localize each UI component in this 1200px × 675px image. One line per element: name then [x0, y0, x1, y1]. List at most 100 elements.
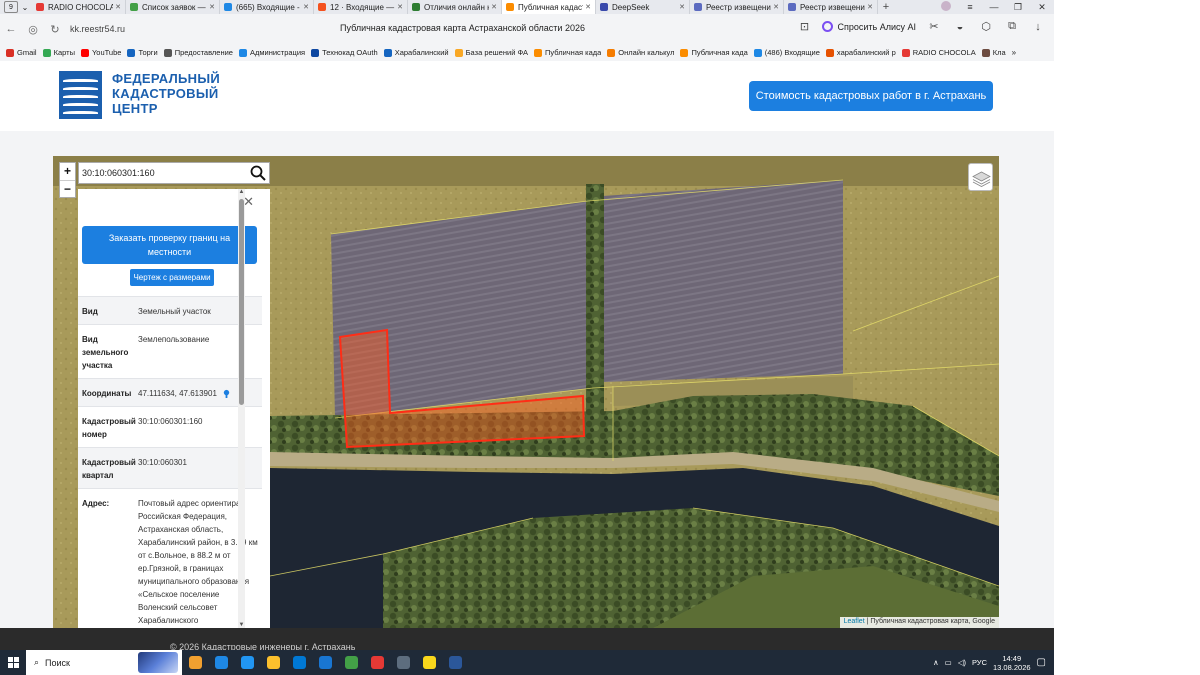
bookmark-item[interactable]: Предоставление [163, 48, 233, 57]
zoom-in-button[interactable]: + [60, 163, 75, 180]
logo-mark-icon[interactable] [59, 71, 102, 119]
coordinates-value[interactable]: 47.111634, 47.613901 [138, 389, 217, 398]
browser-tab[interactable]: DeepSeek ✕ [596, 0, 690, 14]
bookmark-item[interactable]: Торги [127, 48, 158, 57]
minimize-button[interactable]: — [982, 2, 1006, 12]
logo-text[interactable]: ФЕДЕРАЛЬНЫЙ КАДАСТРОВЫЙ ЦЕНТР [112, 71, 220, 116]
tab-title: RADIO CHOCOLATE [48, 2, 113, 12]
bookmark-label: (486) Входящие [764, 48, 820, 57]
volume-icon[interactable]: ◁) [958, 658, 966, 667]
tab-favicon-icon [600, 3, 608, 11]
taskbar-app-icon[interactable] [182, 650, 208, 675]
tab-close-icon[interactable]: ✕ [209, 3, 215, 11]
new-tab-button[interactable]: + [878, 1, 894, 13]
bookmark-item[interactable]: харабалинский р [825, 48, 896, 57]
bookmark-item[interactable]: Харабалинский [383, 48, 449, 57]
tray-chevron-icon[interactable]: ∧ [933, 658, 939, 667]
tab-menu-chevron-icon[interactable]: ⌄ [18, 3, 32, 12]
protect-shield-icon[interactable]: ◎ [22, 23, 44, 36]
reload-button[interactable]: ↻ [44, 23, 66, 36]
browser-tab[interactable]: Список заявок — Те✕ [126, 0, 220, 14]
url-field[interactable]: kk.reestr54.ru [70, 24, 160, 34]
taskbar-app-icon[interactable] [312, 650, 338, 675]
taskbar-app-icon[interactable] [416, 650, 442, 675]
bookmarks-more-button[interactable]: » [1012, 48, 1016, 57]
leaflet-link[interactable]: Leaflet [844, 618, 865, 625]
pricing-cta-button[interactable]: Стоимость кадастровых работ в г. Астраха… [749, 81, 993, 111]
taskbar-app-icon[interactable] [208, 650, 234, 675]
clock[interactable]: 14:49 13.08.2026 [993, 654, 1031, 672]
network-icon[interactable]: ▭ [945, 658, 952, 667]
bookmark-label: Торги [138, 48, 158, 57]
zoom-out-button[interactable]: − [60, 180, 75, 197]
protect-icon[interactable]: ◒ [952, 21, 968, 33]
tab-close-icon[interactable]: ✕ [303, 3, 309, 11]
taskbar-app-icon[interactable] [286, 650, 312, 675]
taskbar-search[interactable]: ⌕ Поиск [26, 650, 182, 675]
scrollbar-thumb[interactable] [239, 199, 244, 405]
menu-icon[interactable]: ≡ [958, 2, 982, 12]
taskbar-app-icon[interactable] [364, 650, 390, 675]
close-window-button[interactable]: ✕ [1030, 2, 1054, 13]
browser-tab[interactable]: Публичная кадаст ✕ [502, 0, 596, 14]
bookmark-item[interactable]: Администрация [238, 48, 305, 57]
collections-icon[interactable]: ⧉ [1004, 20, 1020, 33]
system-tray: ∧ ▭ ◁) РУС 14:49 13.08.2026 ▢ [933, 650, 1054, 675]
bookmark-item[interactable]: (486) Входящие [753, 48, 820, 57]
tools-icon[interactable]: ✂ [926, 20, 942, 33]
tab-close-icon[interactable]: ✕ [115, 3, 121, 11]
layers-button[interactable] [968, 163, 993, 191]
bookmark-label: Предоставление [174, 48, 233, 57]
browser-tab[interactable]: 12 · Входящие — Ян✕ [314, 0, 408, 14]
panel-scrollbar[interactable]: ▲ ▼ [238, 189, 245, 628]
bookmark-item[interactable]: Публичная када [534, 48, 601, 57]
bookmark-icon[interactable]: ⊡ [796, 20, 812, 33]
tab-close-icon[interactable]: ✕ [585, 3, 591, 11]
map-pin-icon[interactable] [222, 389, 231, 399]
scroll-up-arrow-icon[interactable]: ▲ [238, 189, 245, 195]
restore-button[interactable]: ❐ [1006, 2, 1030, 13]
bookmark-item[interactable]: Gmail [6, 48, 37, 57]
tab-close-icon[interactable]: ✕ [679, 3, 685, 11]
notifications-icon[interactable]: ▢ [1037, 657, 1046, 668]
bookmark-item[interactable]: YouTube [80, 48, 121, 57]
taskbar-app-icon[interactable] [442, 650, 468, 675]
download-icon[interactable]: ↓ [1030, 21, 1046, 33]
taskbar-app-icon[interactable] [260, 650, 286, 675]
language-indicator[interactable]: РУС [972, 658, 987, 667]
browser-tab[interactable]: Реестр извещений ✕ [690, 0, 784, 14]
start-button[interactable] [0, 650, 26, 675]
order-boundary-check-button[interactable]: Заказать проверку границ на местности [82, 226, 257, 264]
extensions-icon[interactable]: ⬡ [978, 20, 994, 33]
attribution-text: | Публичная кадастровая карта, Google [866, 618, 995, 625]
drawing-with-dimensions-button[interactable]: Чертеж с размерами [130, 269, 214, 286]
bookmark-item[interactable]: RADIO CHOCOLA [901, 48, 976, 57]
tab-close-icon[interactable]: ✕ [867, 3, 873, 11]
bookmark-label: Карты [53, 48, 75, 57]
bookmark-item[interactable]: Технокад OAuth [311, 48, 378, 57]
taskbar-app-icon[interactable] [390, 650, 416, 675]
bookmark-item[interactable]: Кла [981, 48, 1006, 57]
attribute-row: Координаты 47.111634, 47.613901 [78, 378, 262, 406]
alice-button[interactable]: Спросить Алису AI [822, 21, 916, 32]
cadastral-search-input[interactable]: 30:10:060301:160 [78, 162, 270, 184]
taskbar-app-icon[interactable] [234, 650, 260, 675]
bookmark-item[interactable]: База решений ФА [454, 48, 528, 57]
tab-close-icon[interactable]: ✕ [773, 3, 779, 11]
taskbar-app-icon[interactable] [338, 650, 364, 675]
bookmark-item[interactable]: Публичная када [680, 48, 748, 57]
cadastral-map[interactable]: + − 30:10:060301:160 ✕ Заказать проверку… [53, 156, 999, 628]
browser-tab[interactable]: RADIO CHOCOLATE✕ [32, 0, 126, 14]
tab-count-badge[interactable]: 9 [4, 1, 18, 13]
bookmark-list: Gmail Карты YouTube Торги Предоставление Адми… [0, 48, 1006, 57]
browser-tab[interactable]: Реестр извещений ✕ [784, 0, 878, 14]
bookmark-item[interactable]: Карты [42, 48, 75, 57]
browser-tab[interactable]: Отличия онлайн на ✕ [408, 0, 502, 14]
profile-avatar-icon[interactable] [934, 1, 958, 13]
tab-close-icon[interactable]: ✕ [397, 3, 403, 11]
tab-close-icon[interactable]: ✕ [491, 3, 497, 11]
browser-tab[interactable]: (665) Входящие - По✕ [220, 0, 314, 14]
search-icon[interactable] [250, 165, 266, 181]
bookmark-item[interactable]: Онлайн калькул [607, 48, 674, 57]
back-button[interactable]: ← [0, 23, 22, 35]
